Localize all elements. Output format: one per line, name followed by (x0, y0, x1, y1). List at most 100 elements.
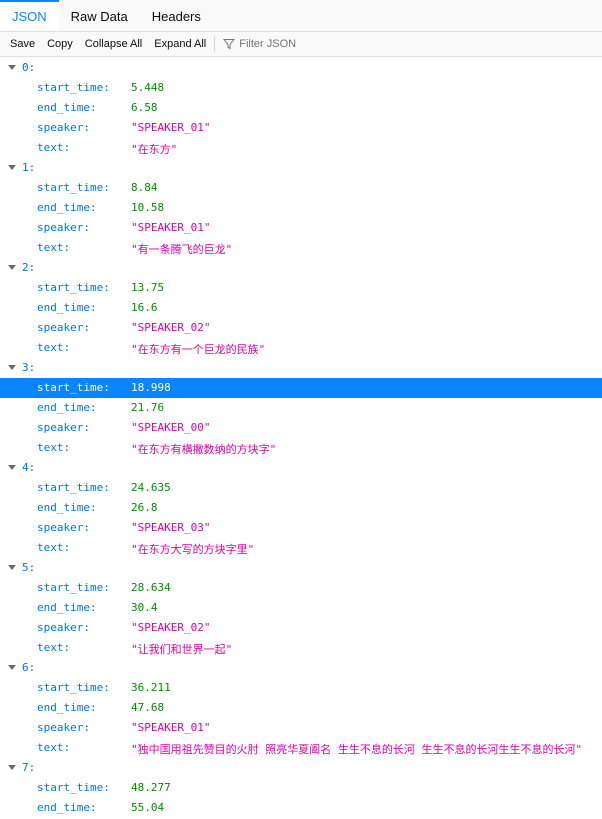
json-property-row[interactable]: end_time: 16.6 (0, 298, 602, 318)
save-button[interactable]: Save (4, 38, 41, 50)
json-property-row[interactable]: end_time: 6.58 (0, 98, 602, 118)
json-property-row[interactable]: speaker: "SPEAKER_00" (0, 418, 602, 438)
json-property-row[interactable]: start_time: 24.635 (0, 478, 602, 498)
json-property-row[interactable]: start_time: 13.75 (0, 278, 602, 298)
json-property-row[interactable]: speaker: "SPEAKER_01" (0, 718, 602, 738)
json-value: "有一条腾飞的巨龙" (131, 243, 233, 256)
collapse-all-button[interactable]: Collapse All (79, 38, 148, 50)
expand-triangle-icon[interactable] (8, 65, 16, 70)
json-key: start_time: (37, 81, 110, 94)
expand-triangle-icon[interactable] (8, 765, 16, 770)
expand-triangle-icon[interactable] (8, 465, 16, 470)
json-property-row[interactable]: end_time: 47.68 (0, 698, 602, 718)
json-value: "让我们和世界一起" (131, 643, 233, 656)
json-property-row[interactable]: speaker: "SPEAKER_01" (0, 218, 602, 238)
json-value: 13.75 (131, 281, 165, 294)
json-index-label: 2: (22, 261, 36, 274)
json-array-item[interactable]: 6: (0, 658, 602, 678)
json-array-item[interactable]: 5: (0, 558, 602, 578)
json-key: text: (37, 541, 71, 554)
json-property-row[interactable]: speaker: "SPEAKER_01" (0, 118, 602, 138)
json-key: text: (37, 441, 71, 454)
json-property-row[interactable]: end_time: 26.8 (0, 498, 602, 518)
json-value: 28.634 (131, 581, 171, 594)
json-property-row[interactable]: speaker: "SPEAKER_02" (0, 618, 602, 638)
json-value: 16.6 (131, 301, 158, 314)
toolbar-divider (214, 36, 216, 52)
json-key: start_time: (37, 381, 110, 394)
json-value: "SPEAKER_02" (131, 621, 211, 634)
filter-json-input[interactable] (239, 38, 360, 50)
json-key: start_time: (37, 481, 110, 494)
json-property-row[interactable]: start_time: 8.84 (0, 178, 602, 198)
tab-raw-data[interactable]: Raw Data (59, 0, 140, 31)
json-key: end_time: (37, 101, 97, 114)
json-property-row[interactable]: speaker: "SPEAKER_02" (0, 318, 602, 338)
json-value: "在东方有一个巨龙的民族" (131, 343, 266, 356)
json-value: 8.84 (131, 181, 158, 194)
json-property-row[interactable]: start_time: 28.634 (0, 578, 602, 598)
json-array-item[interactable]: 0: (0, 58, 602, 78)
json-key: start_time: (37, 781, 110, 794)
json-tree: 0: start_time: 5.448 end_time: 6.58 speaker: "… (0, 58, 602, 819)
json-property-row[interactable]: start_time: 18.998 (0, 378, 602, 398)
json-key: speaker: (37, 621, 90, 634)
json-property-row[interactable]: text: "有一条腾飞的巨龙" (0, 238, 602, 258)
json-key: speaker: (37, 121, 90, 134)
json-property-row[interactable]: text: "在东方" (0, 138, 602, 158)
json-property-row[interactable]: speaker: "SPEAKER_03" (0, 518, 602, 538)
json-array-item[interactable]: 2: (0, 258, 602, 278)
json-index-label: 1: (22, 161, 36, 174)
expand-triangle-icon[interactable] (8, 565, 16, 570)
json-property-row[interactable]: text: "让我们和世界一起" (0, 638, 602, 658)
json-key: end_time: (37, 401, 97, 414)
json-property-row[interactable]: end_time: 21.76 (0, 398, 602, 418)
json-array-item[interactable]: 7: (0, 758, 602, 778)
json-toolbar: Save Copy Collapse All Expand All (0, 32, 602, 57)
json-value: 6.58 (131, 101, 158, 114)
json-key: end_time: (37, 801, 97, 814)
json-property-row[interactable]: start_time: 5.448 (0, 78, 602, 98)
filter-icon (223, 39, 236, 50)
expand-triangle-icon[interactable] (8, 265, 16, 270)
expand-triangle-icon[interactable] (8, 665, 16, 670)
json-key: start_time: (37, 281, 110, 294)
tab-json[interactable]: JSON (0, 0, 59, 31)
json-value: 55.04 (131, 801, 165, 814)
json-property-row[interactable]: end_time: 30.4 (0, 598, 602, 618)
tab-headers[interactable]: Headers (140, 0, 213, 31)
json-property-row[interactable]: text: "在东方有横撇数纳的方块字" (0, 438, 602, 458)
expand-triangle-icon[interactable] (8, 365, 16, 370)
expand-triangle-icon[interactable] (8, 165, 16, 170)
json-property-row[interactable]: end_time: 10.58 (0, 198, 602, 218)
json-index-label: 7: (22, 761, 36, 774)
json-property-row[interactable]: text: "在东方大写的方块字里" (0, 538, 602, 558)
json-key: end_time: (37, 301, 97, 314)
json-value: 47.68 (131, 701, 165, 714)
json-index-label: 5: (22, 561, 36, 574)
json-value: "独中国用祖先赞目的火肘 照亮华夏阖名 生生不息的长河 生生不息的长河生生不息的… (131, 743, 583, 756)
copy-button[interactable]: Copy (41, 38, 79, 50)
json-array-item[interactable]: 1: (0, 158, 602, 178)
json-value: 5.448 (131, 81, 165, 94)
json-array-item[interactable]: 4: (0, 458, 602, 478)
json-value: "SPEAKER_03" (131, 521, 211, 534)
json-value: "在东方" (131, 143, 178, 156)
json-value: 26.8 (131, 501, 158, 514)
expand-all-button[interactable]: Expand All (148, 38, 212, 50)
json-property-row[interactable]: start_time: 48.277 (0, 778, 602, 798)
json-property-row[interactable]: end_time: 55.04 (0, 798, 602, 818)
tab-bar: JSON Raw Data Headers (0, 0, 602, 32)
json-property-row[interactable]: text: "独中国用祖先赞目的火肘 照亮华夏阖名 生生不息的长河 生生不息的长河… (0, 738, 602, 758)
json-key: end_time: (37, 501, 97, 514)
json-key: speaker: (37, 721, 90, 734)
json-value: "在东方有横撇数纳的方块字" (131, 443, 277, 456)
json-property-row[interactable]: text: "在东方有一个巨龙的民族" (0, 338, 602, 358)
json-key: end_time: (37, 701, 97, 714)
json-property-row[interactable]: start_time: 36.211 (0, 678, 602, 698)
json-value: "SPEAKER_01" (131, 221, 211, 234)
filter-box[interactable] (217, 38, 360, 50)
json-array-item[interactable]: 3: (0, 358, 602, 378)
json-value: 30.4 (131, 601, 158, 614)
json-key: speaker: (37, 521, 90, 534)
